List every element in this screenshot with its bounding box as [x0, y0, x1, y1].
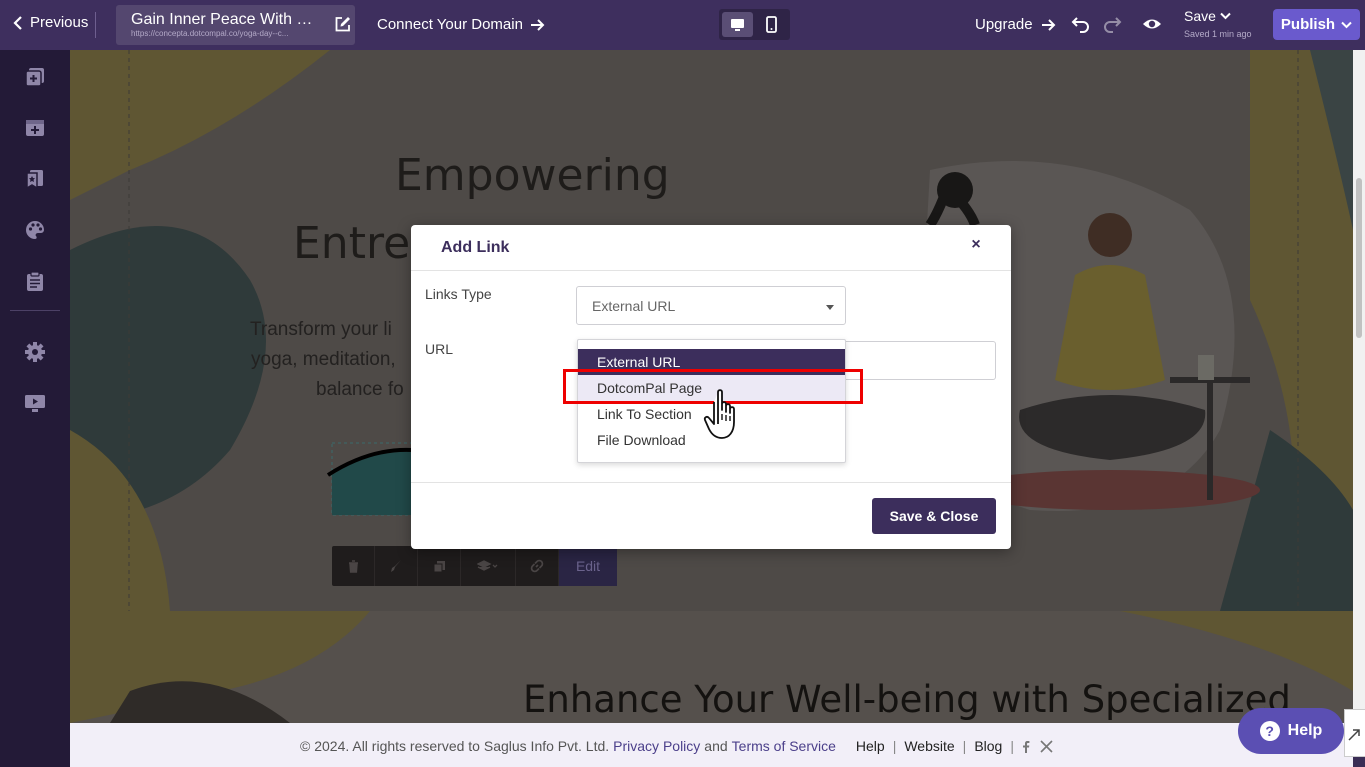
monitor-play-icon[interactable]: [24, 392, 46, 414]
copyright-text: © 2024. All rights reserved to Saglus In…: [300, 738, 610, 754]
footer-website-link[interactable]: Website: [904, 738, 954, 754]
gear-icon[interactable]: [24, 341, 46, 363]
links-type-value: External URL: [592, 298, 676, 314]
vertical-scrollbar[interactable]: [1353, 50, 1365, 723]
url-input[interactable]: [841, 341, 996, 380]
modal-header: Add Link ×: [411, 225, 1011, 271]
add-element-icon[interactable]: [24, 117, 46, 139]
hand-pointer-icon: [703, 389, 735, 439]
footer-separator: |: [1010, 738, 1014, 754]
redo-icon[interactable]: [1102, 14, 1122, 34]
help-widget-label: Help: [1287, 722, 1323, 739]
duplicate-element-button[interactable]: [418, 546, 461, 586]
sidebar: [0, 50, 70, 767]
add-section-icon[interactable]: [24, 66, 46, 88]
mobile-view-button[interactable]: [756, 12, 787, 37]
link-element-button[interactable]: [516, 546, 559, 586]
page-name-box[interactable]: Gain Inner Peace With Co... https://conc…: [116, 5, 355, 45]
arrow-right-icon: [1041, 18, 1055, 31]
desktop-view-button[interactable]: [722, 12, 753, 37]
device-toggle: [719, 9, 790, 40]
footer-separator: |: [892, 738, 897, 754]
previous-label: Previous: [30, 14, 89, 31]
trash-icon: [348, 559, 358, 573]
edit-icon[interactable]: [334, 16, 351, 33]
side-edge-tab[interactable]: [1344, 709, 1365, 757]
connect-domain-label: Connect Your Domain: [377, 16, 523, 33]
chevron-left-icon: [13, 15, 22, 30]
help-widget-button[interactable]: ? Help: [1238, 708, 1344, 754]
link-icon: [530, 559, 544, 573]
previous-button[interactable]: Previous: [12, 14, 88, 31]
x-twitter-icon[interactable]: [1040, 739, 1053, 753]
publish-button[interactable]: Publish: [1273, 9, 1360, 40]
publish-label: Publish: [1280, 16, 1336, 33]
undo-icon[interactable]: [1071, 14, 1091, 34]
upgrade-link[interactable]: Upgrade: [975, 16, 1056, 33]
edit-element-button[interactable]: Edit: [559, 546, 617, 586]
delete-element-button[interactable]: [332, 546, 375, 586]
footer-separator: |: [962, 738, 967, 754]
links-type-label: Links Type: [425, 286, 492, 302]
saved-blocks-icon[interactable]: [24, 168, 46, 190]
footer: © 2024. All rights reserved to Saglus In…: [70, 723, 1353, 767]
scrollbar-thumb[interactable]: [1356, 178, 1362, 338]
saved-status: Saved 1 min ago: [1184, 29, 1252, 39]
page-title: Gain Inner Peace With Co...: [131, 11, 323, 28]
mobile-icon: [766, 16, 777, 33]
arrow-right-icon: [530, 18, 545, 31]
brush-icon: [391, 560, 401, 572]
modal-title: Add Link: [441, 239, 510, 256]
chevron-down-icon: [1341, 21, 1352, 28]
save-close-button[interactable]: Save & Close: [872, 498, 996, 534]
sidebar-divider: [10, 310, 60, 311]
hero-title-line1: Empowering: [395, 150, 670, 201]
links-type-select[interactable]: External URL: [576, 286, 846, 325]
modal-footer-divider: [411, 482, 1011, 483]
save-dropdown[interactable]: Save: [1184, 8, 1231, 24]
close-icon[interactable]: ×: [968, 237, 984, 253]
top-bar: Previous Gain Inner Peace With Co... htt…: [0, 0, 1365, 50]
and-text: and: [704, 738, 728, 754]
save-label: Save: [1184, 8, 1216, 24]
upgrade-label: Upgrade: [975, 16, 1033, 33]
desktop-icon: [731, 18, 744, 31]
clipboard-icon[interactable]: [24, 270, 46, 292]
connect-domain-link[interactable]: Connect Your Domain: [377, 16, 545, 33]
privacy-policy-link[interactable]: Privacy Policy: [613, 738, 700, 754]
caret-down-icon: [826, 305, 834, 310]
facebook-icon[interactable]: [1022, 740, 1030, 753]
theme-palette-icon[interactable]: [24, 219, 46, 241]
element-edit-toolbar: Edit: [332, 546, 617, 586]
topbar-divider: [95, 12, 96, 38]
terms-link[interactable]: Terms of Service: [732, 738, 836, 754]
page-url: https://concepta.dotcompal.co/yoga-day--…: [131, 29, 289, 38]
url-label: URL: [425, 341, 454, 357]
question-icon: ?: [1259, 721, 1280, 741]
preview-eye-icon[interactable]: [1142, 15, 1162, 33]
style-element-button[interactable]: [375, 546, 418, 586]
expand-icon: [1348, 729, 1360, 741]
section-title: Enhance Your Well-being with Specialized: [523, 678, 1291, 721]
footer-blog-link[interactable]: Blog: [974, 738, 1002, 754]
layers-icon: [477, 560, 498, 571]
layers-button[interactable]: [461, 546, 516, 586]
chevron-down-icon: [1220, 12, 1231, 20]
footer-links: © 2024. All rights reserved to Saglus In…: [300, 738, 1053, 754]
copy-icon: [433, 560, 445, 572]
footer-help-link[interactable]: Help: [856, 738, 885, 754]
